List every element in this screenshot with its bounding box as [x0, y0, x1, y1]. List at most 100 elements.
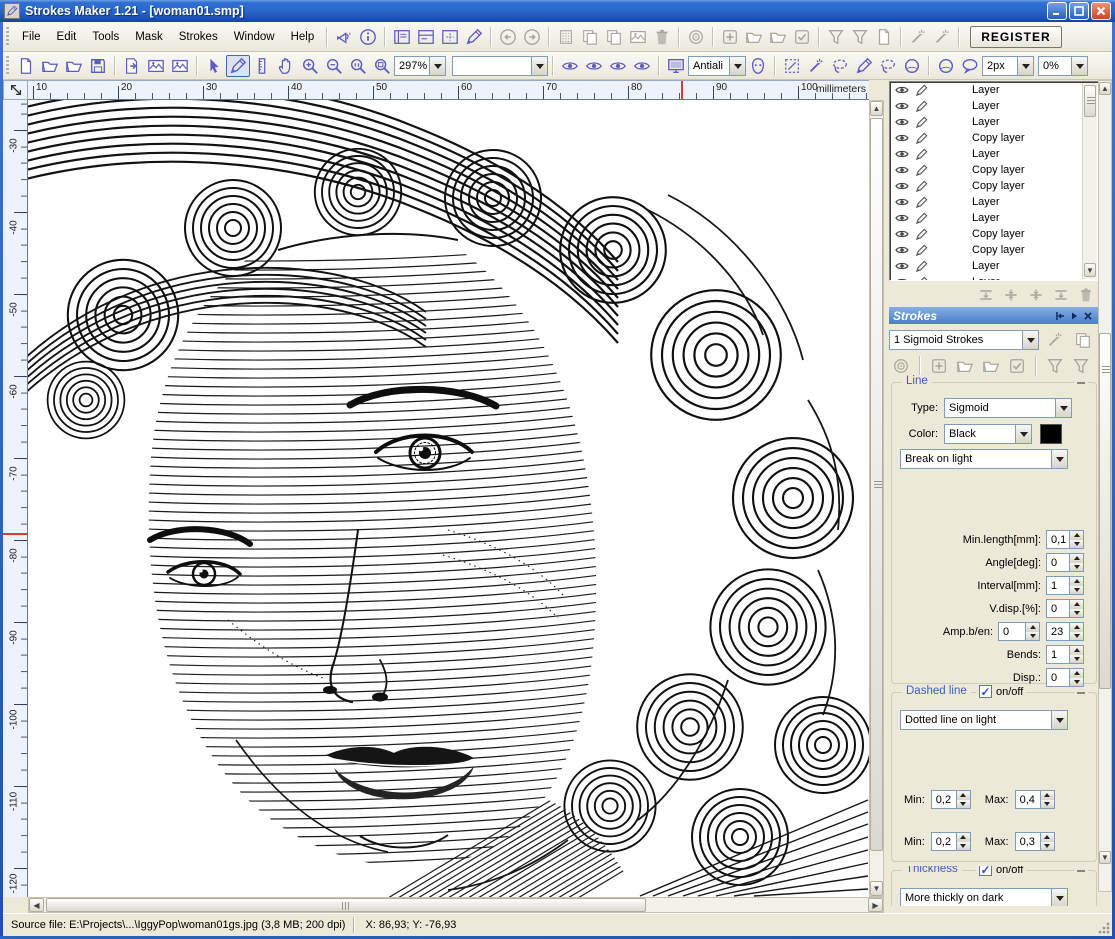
layers-scroll-down-icon[interactable]: ▼: [1084, 263, 1096, 277]
menu-mask[interactable]: Mask: [127, 27, 170, 47]
stroke-open-icon[interactable]: [953, 355, 977, 377]
mask-face-icon[interactable]: [746, 55, 770, 77]
layers-scroll-thumb[interactable]: [1084, 85, 1096, 117]
strokes-panel-titlebar[interactable]: Strokes: [889, 307, 1099, 324]
minimize-button[interactable]: [1047, 2, 1067, 20]
dotted-mode-arrow[interactable]: [1051, 711, 1067, 729]
resize-grip[interactable]: [1097, 921, 1110, 934]
delete-icon[interactable]: [650, 26, 674, 48]
layers-list[interactable]: Layer Layer Layer Copy layer Layer Copy …: [889, 81, 1099, 281]
zoom-combo-arrow[interactable]: [429, 56, 445, 75]
stroke-min-spinner[interactable]: 0,2: [930, 790, 971, 809]
zoom-level-combo[interactable]: 297%: [394, 55, 446, 76]
zoom-fit-icon[interactable]: [370, 55, 394, 77]
stroke-preset-arrow[interactable]: [1022, 331, 1038, 349]
layer-row[interactable]: Layer: [890, 98, 1098, 114]
antialias-arrow[interactable]: [729, 56, 745, 75]
layers-panel-icon[interactable]: [390, 26, 414, 48]
add-stroke-icon[interactable]: [718, 26, 742, 48]
scroll-left-icon[interactable]: ◀: [29, 898, 44, 912]
wand-minus-icon[interactable]: [930, 26, 954, 48]
toolbar-grip[interactable]: [5, 55, 10, 76]
spinner-buttons[interactable]: [1039, 833, 1054, 850]
undo-icon[interactable]: [496, 26, 520, 48]
canvas-artwork[interactable]: [28, 100, 869, 897]
interval-spinner[interactable]: 1: [1046, 576, 1084, 595]
title-bar[interactable]: Strokes Maker 1.21 - [woman01.smp]: [0, 0, 1115, 22]
filter-icon[interactable]: [824, 26, 848, 48]
color-combo[interactable]: Black: [944, 424, 1032, 444]
toolbar-grip[interactable]: [5, 26, 10, 47]
stroke-add-icon[interactable]: [927, 355, 951, 377]
layers-list-scrollbar[interactable]: ▼: [1082, 83, 1097, 279]
dotted-mode-combo[interactable]: Dotted line on light: [900, 710, 1068, 730]
strokes-pattern-icon[interactable]: [554, 26, 578, 48]
stroke-max-spinner[interactable]: 0,4: [1014, 790, 1055, 809]
panel-scrollbar[interactable]: ▲ ▼: [1098, 80, 1112, 892]
layer-row[interactable]: Layer: [890, 82, 1098, 98]
blank-min-spinner[interactable]: 0,2: [930, 832, 971, 851]
open-file-icon[interactable]: [38, 55, 62, 77]
stroke-pen-tool-icon[interactable]: [226, 54, 250, 77]
spinner-buttons[interactable]: [955, 833, 970, 850]
opacity-combo[interactable]: 0%: [1038, 55, 1088, 76]
layer-move-down-icon[interactable]: [1025, 286, 1047, 304]
spinner-buttons[interactable]: [1069, 623, 1083, 640]
layer-move-up-icon[interactable]: [1000, 286, 1022, 304]
preview-icon[interactable]: [664, 55, 688, 77]
spinner-buttons[interactable]: [1025, 623, 1039, 640]
mask-ellipse-icon[interactable]: [900, 55, 924, 77]
spinner-buttons[interactable]: [1069, 531, 1083, 548]
menu-tools[interactable]: Tools: [84, 27, 127, 47]
stroke-filter2-icon[interactable]: [1069, 355, 1093, 377]
info-icon[interactable]: [356, 26, 380, 48]
disp-spinner[interactable]: 0: [1046, 668, 1084, 687]
wand-icon[interactable]: [906, 26, 930, 48]
panel-scroll-up-icon[interactable]: ▲: [1099, 82, 1111, 95]
hint-icon[interactable]: [332, 26, 356, 48]
stroke-preset-combo[interactable]: 1 Sigmoid Strokes: [889, 330, 1039, 350]
layer-row[interactable]: Copy layer: [890, 242, 1098, 258]
export-image-icon[interactable]: [120, 55, 144, 77]
layer-row[interactable]: Copy layer: [890, 178, 1098, 194]
center-view-icon[interactable]: [438, 26, 462, 48]
new-file-icon[interactable]: [14, 55, 38, 77]
antialias-combo[interactable]: Antiali: [688, 55, 746, 76]
view-layer-icon[interactable]: [606, 55, 630, 77]
stroke-filter-icon[interactable]: [1043, 355, 1067, 377]
layer-row[interactable]: Layer: [890, 146, 1098, 162]
spinner-buttons[interactable]: [1069, 554, 1083, 571]
target-icon[interactable]: [684, 26, 708, 48]
convert-image-icon[interactable]: [144, 55, 168, 77]
export-preset-icon[interactable]: [766, 26, 790, 48]
spinner-buttons[interactable]: [1069, 577, 1083, 594]
delete-layer-icon[interactable]: [1075, 286, 1097, 304]
thickness-mode-combo[interactable]: More thickly on dark: [900, 888, 1068, 906]
panel-close-icon[interactable]: [1081, 309, 1095, 322]
amp2-spinner[interactable]: 23: [1046, 622, 1084, 641]
preset-copy-icon[interactable]: [1071, 329, 1095, 351]
min-length-spinner[interactable]: 0,1: [1046, 530, 1084, 549]
dashed-onoff-checkbox[interactable]: ✓: [979, 685, 992, 698]
mask-pen-icon[interactable]: [852, 55, 876, 77]
view-selection-icon[interactable]: [558, 55, 582, 77]
angle-spinner[interactable]: 0: [1046, 553, 1084, 572]
scroll-down-icon[interactable]: ▼: [870, 881, 883, 896]
menu-file[interactable]: File: [14, 27, 49, 47]
spinner-buttons[interactable]: [1039, 791, 1054, 808]
color-combo-arrow[interactable]: [1015, 425, 1031, 443]
type-combo-arrow[interactable]: [1055, 399, 1071, 417]
color-swatch[interactable]: [1040, 424, 1062, 444]
panel-dock-icon[interactable]: [1053, 309, 1067, 322]
opacity-arrow[interactable]: [1071, 56, 1087, 75]
close-button[interactable]: [1091, 2, 1111, 20]
horizontal-scroll-thumb[interactable]: [46, 898, 646, 912]
copy-icon[interactable]: [578, 26, 602, 48]
import-preset-icon[interactable]: [742, 26, 766, 48]
menu-strokes[interactable]: Strokes: [171, 27, 226, 47]
pen-size-combo[interactable]: 2px: [982, 55, 1034, 76]
layer-row[interactable]: Copy layer: [890, 226, 1098, 242]
break-mode-combo[interactable]: Break on light: [900, 449, 1068, 469]
amp-spinner[interactable]: 0: [998, 622, 1040, 641]
view-add-icon[interactable]: [630, 55, 654, 77]
